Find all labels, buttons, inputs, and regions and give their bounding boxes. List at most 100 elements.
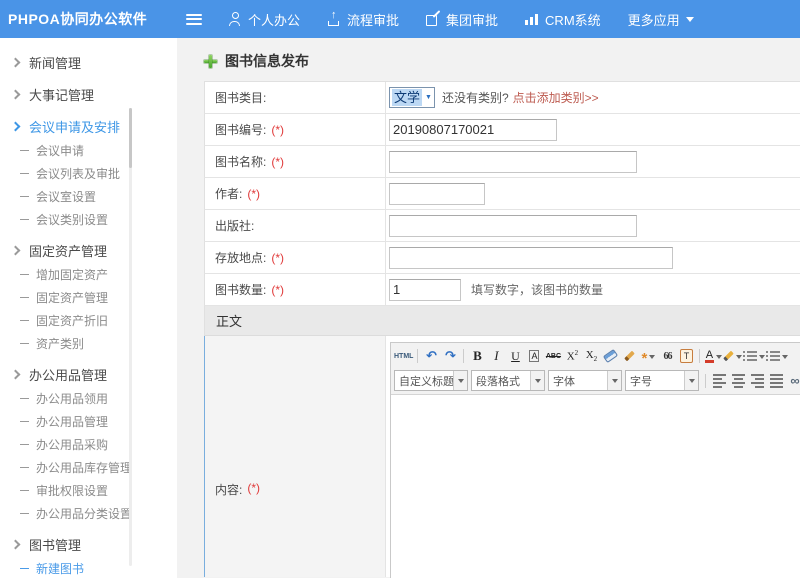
redo-button[interactable]: ↷ xyxy=(441,347,459,365)
subscript-button[interactable]: X2 xyxy=(582,347,600,365)
nav-item[interactable]: ↑流程审批 xyxy=(327,10,399,29)
unordered-list-button[interactable] xyxy=(766,347,788,365)
sidebar-group-title[interactable]: 图书管理 xyxy=(0,531,177,557)
form-row-content: 内容: (*) HTML↶↷BIUAABCX2X2*66TA 自定义标题段落格式… xyxy=(204,336,800,577)
dash-icon xyxy=(20,173,29,174)
undo-button[interactable]: ↶ xyxy=(422,347,440,365)
sidebar-item[interactable]: 审批权限设置 xyxy=(0,479,177,502)
nav-item[interactable]: CRM系统 xyxy=(525,10,601,29)
sidebar-item[interactable]: 会议列表及审批 xyxy=(0,162,177,185)
form-row: 出版社: xyxy=(204,210,800,242)
book-form: 图书类目: 文学 ▼ 还没有类别? 点击添加类别>> 图书编号:(*)图书名称:… xyxy=(204,81,800,577)
superscript-button[interactable]: X2 xyxy=(563,347,581,365)
align-justify-button[interactable] xyxy=(767,372,785,390)
form-row: 图书名称:(*) xyxy=(204,146,800,178)
align-center-button[interactable] xyxy=(729,372,747,390)
sidebar-item[interactable]: 会议类别设置 xyxy=(0,208,177,231)
form-input[interactable] xyxy=(389,119,557,141)
sidebar-group-label: 大事记管理 xyxy=(29,85,94,104)
sidebar-group-title[interactable]: 新闻管理 xyxy=(0,49,177,75)
sidebar-group: 固定资产管理增加固定资产固定资产管理固定资产折旧资产类别 xyxy=(0,237,177,355)
combo-value: 自定义标题 xyxy=(395,373,453,389)
caret-down-icon[interactable] xyxy=(530,371,544,390)
form-input[interactable] xyxy=(389,183,485,205)
quote-button[interactable]: 66 xyxy=(658,347,676,365)
sidebar-group: 大事记管理 xyxy=(0,81,177,107)
sidebar-item[interactable]: 资产类别 xyxy=(0,332,177,355)
user-icon xyxy=(228,12,242,26)
sidebar-group-title[interactable]: 办公用品管理 xyxy=(0,361,177,387)
html-source-button[interactable]: HTML xyxy=(394,347,413,365)
nav-item[interactable]: 个人办公 xyxy=(228,10,300,29)
sidebar-group-title[interactable]: 固定资产管理 xyxy=(0,237,177,263)
nav-item-label: 更多应用 xyxy=(628,10,680,29)
align-right-button[interactable] xyxy=(748,372,766,390)
form-row: 图书编号:(*) xyxy=(204,114,800,146)
underline-button[interactable]: U xyxy=(506,347,524,365)
boxed-a-button[interactable]: A xyxy=(525,347,543,365)
sidebar-item[interactable]: 办公用品采购 xyxy=(0,433,177,456)
brush-button[interactable] xyxy=(620,347,638,365)
sidebar-item[interactable]: 办公用品库存管理 xyxy=(0,456,177,479)
highlight-button[interactable] xyxy=(723,347,742,365)
strikethrough-button[interactable]: ABC xyxy=(544,347,562,365)
link-button[interactable]: ∞ xyxy=(786,372,800,390)
sidebar-group-label: 新闻管理 xyxy=(29,53,81,72)
editor-toolbar-row2: 自定义标题段落格式字体字号∞∞ xyxy=(391,369,800,394)
field-label: 存放地点: xyxy=(215,249,266,266)
sidebar-scrollbar-thumb[interactable] xyxy=(129,108,132,168)
ordered-list-button[interactable] xyxy=(743,347,765,365)
menu-icon[interactable] xyxy=(186,14,202,25)
nav-item[interactable]: 集团审批 xyxy=(426,10,498,29)
add-icon xyxy=(204,55,217,68)
sidebar-item[interactable]: 办公用品分类设置 xyxy=(0,502,177,525)
format-combo[interactable]: 段落格式 xyxy=(471,370,545,391)
form-input[interactable] xyxy=(389,247,673,269)
format-combo[interactable]: 字体 xyxy=(548,370,622,391)
editor-content-area[interactable] xyxy=(391,394,800,578)
field-label: 图书名称: xyxy=(215,153,266,170)
sidebar-item[interactable]: 办公用品管理 xyxy=(0,410,177,433)
field-label: 内容: xyxy=(215,481,242,498)
caret-down-icon[interactable] xyxy=(607,371,621,390)
eraser-button[interactable] xyxy=(601,347,619,365)
chevron-right-icon xyxy=(11,57,21,67)
font-color-button[interactable]: A xyxy=(704,347,722,365)
sidebar-item-label: 增加固定资产 xyxy=(36,266,108,283)
caret-down-icon[interactable] xyxy=(684,371,698,390)
sidebar-scrollbar[interactable] xyxy=(129,108,132,566)
form-input[interactable] xyxy=(389,151,637,173)
sidebar-group-title[interactable]: 会议申请及安排 xyxy=(0,113,177,139)
category-hint: 还没有类别? xyxy=(442,89,509,106)
dash-icon xyxy=(20,297,29,298)
add-category-link[interactable]: 点击添加类别>> xyxy=(513,89,599,106)
sidebar-item-label: 会议列表及审批 xyxy=(36,165,120,182)
form-row: 作者:(*) xyxy=(204,178,800,210)
chevron-right-icon xyxy=(11,539,21,549)
sidebar-item[interactable]: 增加固定资产 xyxy=(0,263,177,286)
format-combo[interactable]: 自定义标题 xyxy=(394,370,468,391)
sidebar-item-label: 固定资产折旧 xyxy=(36,312,108,329)
top-bar: PHPOA协同办公软件 个人办公↑流程审批集团审批CRM系统更多应用 xyxy=(0,0,800,38)
sidebar-item[interactable]: 新建图书 xyxy=(0,557,177,578)
align-left-button[interactable] xyxy=(710,372,728,390)
field-label: 出版社: xyxy=(215,217,254,234)
sidebar-item[interactable]: 固定资产折旧 xyxy=(0,309,177,332)
format-combo[interactable]: 字号 xyxy=(625,370,699,391)
category-select[interactable]: 文学 ▼ xyxy=(389,87,435,108)
app-window: PHPOA协同办公软件 个人办公↑流程审批集团审批CRM系统更多应用 新闻管理大… xyxy=(0,0,800,578)
form-input[interactable] xyxy=(389,279,461,301)
sidebar-item[interactable]: 会议室设置 xyxy=(0,185,177,208)
format-paint-button[interactable]: * xyxy=(639,347,657,365)
nav-item[interactable]: 更多应用 xyxy=(628,10,694,29)
form-input[interactable] xyxy=(389,215,637,237)
bold-button[interactable]: B xyxy=(468,347,486,365)
sidebar-item[interactable]: 会议申请 xyxy=(0,139,177,162)
paste-text-button[interactable]: T xyxy=(677,347,695,365)
sidebar-group-title[interactable]: 大事记管理 xyxy=(0,81,177,107)
sidebar-item[interactable]: 办公用品领用 xyxy=(0,387,177,410)
caret-down-icon[interactable] xyxy=(453,371,467,390)
sidebar-item[interactable]: 固定资产管理 xyxy=(0,286,177,309)
page-header: 图书信息发布 xyxy=(177,38,800,71)
italic-button[interactable]: I xyxy=(487,347,505,365)
